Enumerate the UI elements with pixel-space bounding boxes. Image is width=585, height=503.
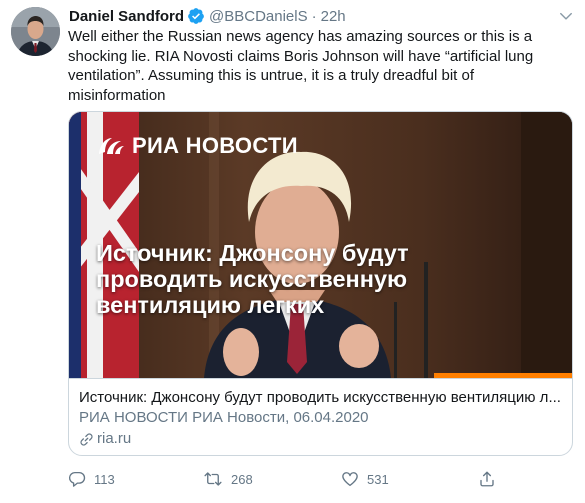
image-headline: Источник: Джонсону будут проводить искус… <box>96 240 409 318</box>
like-button[interactable]: 531 <box>341 470 389 488</box>
card-domain[interactable]: ria.ru <box>79 428 562 450</box>
card-description: РИА НОВОСТИ РИА Новости, 06.04.2020 <box>79 409 369 426</box>
display-name[interactable]: Daniel Sandford <box>69 8 184 25</box>
tweet-header: Daniel Sandford @BBCDanielS · 22h <box>69 6 346 26</box>
card-image[interactable]: РИА НОВОСТИ Источник: Джонсону будут про… <box>69 112 572 378</box>
ria-logo-icon <box>99 138 124 154</box>
tweet[interactable]: Daniel Sandford @BBCDanielS · 22h Well e… <box>0 0 585 503</box>
chevron-down-icon[interactable] <box>559 9 573 23</box>
tweet-text: Well either the Russian news agency has … <box>68 28 538 104</box>
link-card[interactable]: РИА НОВОСТИ Источник: Джонсону будут про… <box>68 111 573 456</box>
tweet-actions: 113 268 531 <box>68 470 508 492</box>
separator-dot: · <box>311 7 317 25</box>
retweet-icon <box>204 472 222 486</box>
avatar[interactable] <box>11 7 60 56</box>
share-button[interactable] <box>478 470 504 488</box>
ria-logo-text: РИА НОВОСТИ <box>132 133 298 158</box>
link-icon <box>80 432 93 446</box>
handle[interactable]: @BBCDanielS <box>209 8 308 25</box>
reply-icon <box>68 471 86 487</box>
verified-badge-icon <box>187 7 205 25</box>
brand-bar <box>434 373 572 378</box>
share-icon <box>480 471 494 487</box>
timestamp[interactable]: 22h <box>321 8 346 25</box>
card-title[interactable]: Источник: Джонсону будут проводить искус… <box>79 388 562 408</box>
ria-logo: РИА НОВОСТИ <box>96 132 298 160</box>
reply-button[interactable]: 113 <box>68 470 115 488</box>
like-icon <box>342 472 358 487</box>
card-domain-text: ria.ru <box>97 430 132 447</box>
like-count: 531 <box>367 471 389 487</box>
reply-count: 113 <box>94 471 115 487</box>
card-info[interactable]: Источник: Джонсону будут проводить искус… <box>69 378 572 450</box>
retweet-button[interactable]: 268 <box>203 470 253 488</box>
retweet-count: 268 <box>231 471 253 487</box>
